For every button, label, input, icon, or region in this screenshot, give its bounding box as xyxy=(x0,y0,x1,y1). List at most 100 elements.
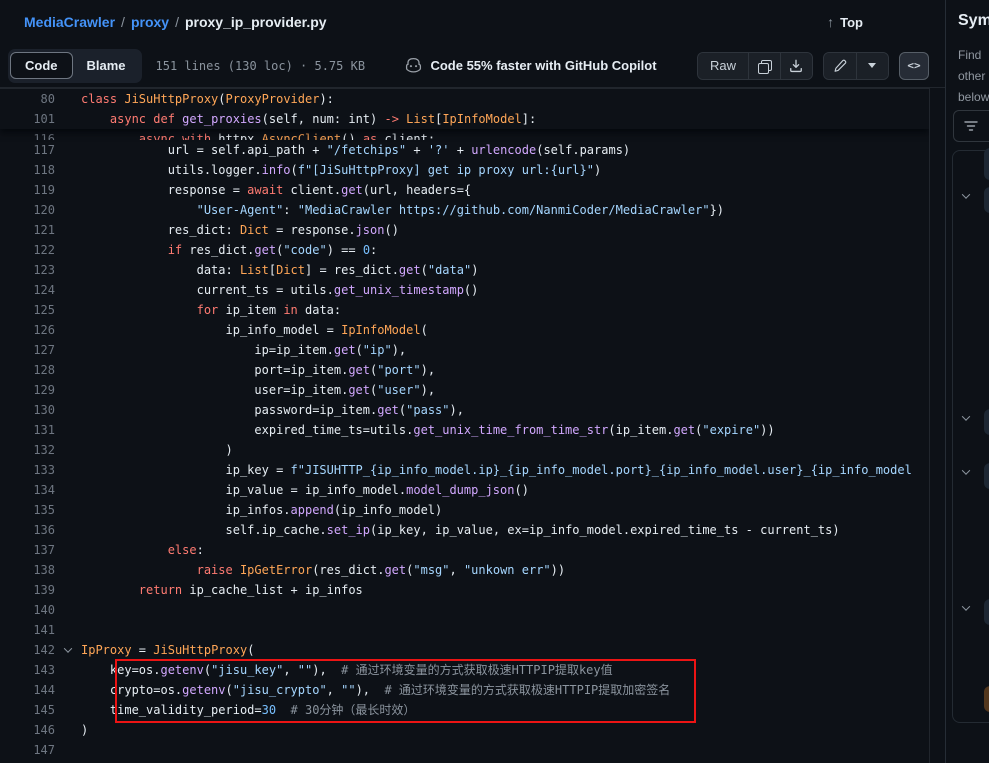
code-row: 80 class JiSuHttpProxy(ProxyProvider): xyxy=(0,89,929,109)
filter-button[interactable] xyxy=(953,110,989,142)
code-row: 133 ip_key = f"JISUHTTP_{ip_info_model.i… xyxy=(0,460,929,480)
line-number[interactable]: 135 xyxy=(0,500,55,520)
symbols-toggle-button[interactable]: <> xyxy=(899,52,929,80)
code-line-text: user=ip_item.get("user"), xyxy=(81,380,929,400)
gutter xyxy=(55,500,81,520)
line-number[interactable]: 120 xyxy=(0,200,55,220)
line-number[interactable]: 128 xyxy=(0,360,55,380)
line-number[interactable]: 140 xyxy=(0,600,55,620)
line-number[interactable]: 141 xyxy=(0,620,55,640)
copilot-icon xyxy=(405,57,422,74)
code-line-text: key=os.getenv("jisu_key", ""), # 通过环境变量的… xyxy=(81,660,929,680)
line-number[interactable]: 121 xyxy=(0,220,55,240)
line-number[interactable]: 134 xyxy=(0,480,55,500)
gutter xyxy=(55,140,81,160)
line-number[interactable]: 133 xyxy=(0,460,55,480)
breadcrumb-separator: / xyxy=(121,14,125,30)
line-number[interactable]: 142 xyxy=(0,640,55,660)
collapse-chevron-icon[interactable] xyxy=(64,644,72,652)
raw-copy-download-group: Raw xyxy=(697,52,813,80)
line-number[interactable]: 143 xyxy=(0,660,55,680)
line-number[interactable]: 129 xyxy=(0,380,55,400)
gutter xyxy=(55,180,81,200)
line-number[interactable]: 147 xyxy=(0,740,55,760)
gutter xyxy=(55,680,81,700)
gutter xyxy=(55,480,81,500)
line-number[interactable]: 145 xyxy=(0,700,55,720)
code-row: 132 ) xyxy=(0,440,929,460)
file-header: Code Blame 151 lines (130 loc) · 5.75 KB… xyxy=(0,44,945,88)
code-blame-switch: Code Blame xyxy=(8,49,142,83)
code-line-text: current_ts = utils.get_unix_timestamp() xyxy=(81,280,929,300)
pencil-icon xyxy=(833,59,847,73)
breadcrumb-folder-link[interactable]: proxy xyxy=(131,14,169,30)
line-number[interactable]: 123 xyxy=(0,260,55,280)
symbols-description: Find other below xyxy=(958,45,989,108)
line-number[interactable]: 137 xyxy=(0,540,55,560)
gutter xyxy=(55,260,81,280)
code-line-text: raise IpGetError(res_dict.get("msg", "un… xyxy=(81,560,929,580)
code-row: 141 xyxy=(0,620,929,640)
edit-dropdown-button[interactable] xyxy=(856,53,888,79)
back-to-top-label: Top xyxy=(840,15,863,30)
line-number[interactable]: 146 xyxy=(0,720,55,740)
code-line-text: password=ip_item.get("pass"), xyxy=(81,400,929,420)
code-row: 145 time_validity_period=30 # 30分钟（最长时效） xyxy=(0,700,929,720)
copilot-banner[interactable]: Code 55% faster with GitHub Copilot xyxy=(405,57,656,74)
code-line-text: utils.logger.info(f"[JiSuHttpProxy] get … xyxy=(81,160,929,180)
copy-button[interactable] xyxy=(748,53,780,79)
symbols-description-line: other xyxy=(958,66,989,87)
code-line-text: time_validity_period=30 # 30分钟（最长时效） xyxy=(81,700,929,720)
code-line-text: port=ip_item.get("port"), xyxy=(81,360,929,380)
line-number[interactable]: 117 xyxy=(0,140,55,160)
line-number[interactable]: 130 xyxy=(0,400,55,420)
sticky-code-header: 80 class JiSuHttpProxy(ProxyProvider): 101… xyxy=(0,89,929,129)
line-number[interactable]: 101 xyxy=(0,109,55,129)
copy-icon xyxy=(758,60,770,72)
breadcrumb-separator: / xyxy=(175,14,179,30)
line-number[interactable]: 126 xyxy=(0,320,55,340)
line-number[interactable]: 131 xyxy=(0,420,55,440)
code-row: 146) xyxy=(0,720,929,740)
page: MediaCrawler / proxy / proxy_ip_provider… xyxy=(0,0,989,763)
gutter xyxy=(55,580,81,600)
symbol-pill xyxy=(984,409,989,435)
symbol-pill xyxy=(984,148,989,180)
line-number[interactable]: 125 xyxy=(0,300,55,320)
line-number[interactable]: 80 xyxy=(0,89,55,109)
code-row: 122 if res_dict.get("code") == 0: xyxy=(0,240,929,260)
line-number[interactable]: 139 xyxy=(0,580,55,600)
raw-button[interactable]: Raw xyxy=(698,53,748,79)
line-number[interactable]: 116 xyxy=(0,129,55,140)
tab-code[interactable]: Code xyxy=(10,52,73,79)
gutter xyxy=(55,640,81,660)
main-column: MediaCrawler / proxy / proxy_ip_provider… xyxy=(0,0,945,763)
code-row: 123 data: List[Dict] = res_dict.get("dat… xyxy=(0,260,929,280)
code-line-text: class JiSuHttpProxy(ProxyProvider): xyxy=(81,89,929,109)
line-number[interactable]: 144 xyxy=(0,680,55,700)
breadcrumb-repo-link[interactable]: MediaCrawler xyxy=(24,14,115,30)
code-line-text: ip_value = ip_info_model.model_dump_json… xyxy=(81,480,929,500)
code-row: 117 url = self.api_path + "/fetchips" + … xyxy=(0,140,929,160)
line-number[interactable]: 136 xyxy=(0,520,55,540)
line-number[interactable]: 122 xyxy=(0,240,55,260)
line-number[interactable]: 127 xyxy=(0,340,55,360)
code-line-text: response = await client.get(url, headers… xyxy=(81,180,929,200)
line-number[interactable]: 119 xyxy=(0,180,55,200)
download-button[interactable] xyxy=(780,53,812,79)
tab-blame[interactable]: Blame xyxy=(73,53,140,78)
line-number[interactable]: 118 xyxy=(0,160,55,180)
file-actions: Raw xyxy=(697,52,929,80)
code-row: 128 port=ip_item.get("port"), xyxy=(0,360,929,380)
edit-button[interactable] xyxy=(824,53,856,79)
line-number[interactable]: 138 xyxy=(0,560,55,580)
code-row: 130 password=ip_item.get("pass"), xyxy=(0,400,929,420)
file-meta-info: 151 lines (130 loc) · 5.75 KB xyxy=(156,59,366,73)
line-number[interactable]: 132 xyxy=(0,440,55,460)
copilot-banner-label: Code 55% faster with GitHub Copilot xyxy=(430,58,656,73)
code-line-text: for ip_item in data: xyxy=(81,300,929,320)
code-row: 119 response = await client.get(url, hea… xyxy=(0,180,929,200)
line-number[interactable]: 124 xyxy=(0,280,55,300)
back-to-top-button[interactable]: ↑ Top xyxy=(827,14,863,30)
code-row: 138 raise IpGetError(res_dict.get("msg",… xyxy=(0,560,929,580)
